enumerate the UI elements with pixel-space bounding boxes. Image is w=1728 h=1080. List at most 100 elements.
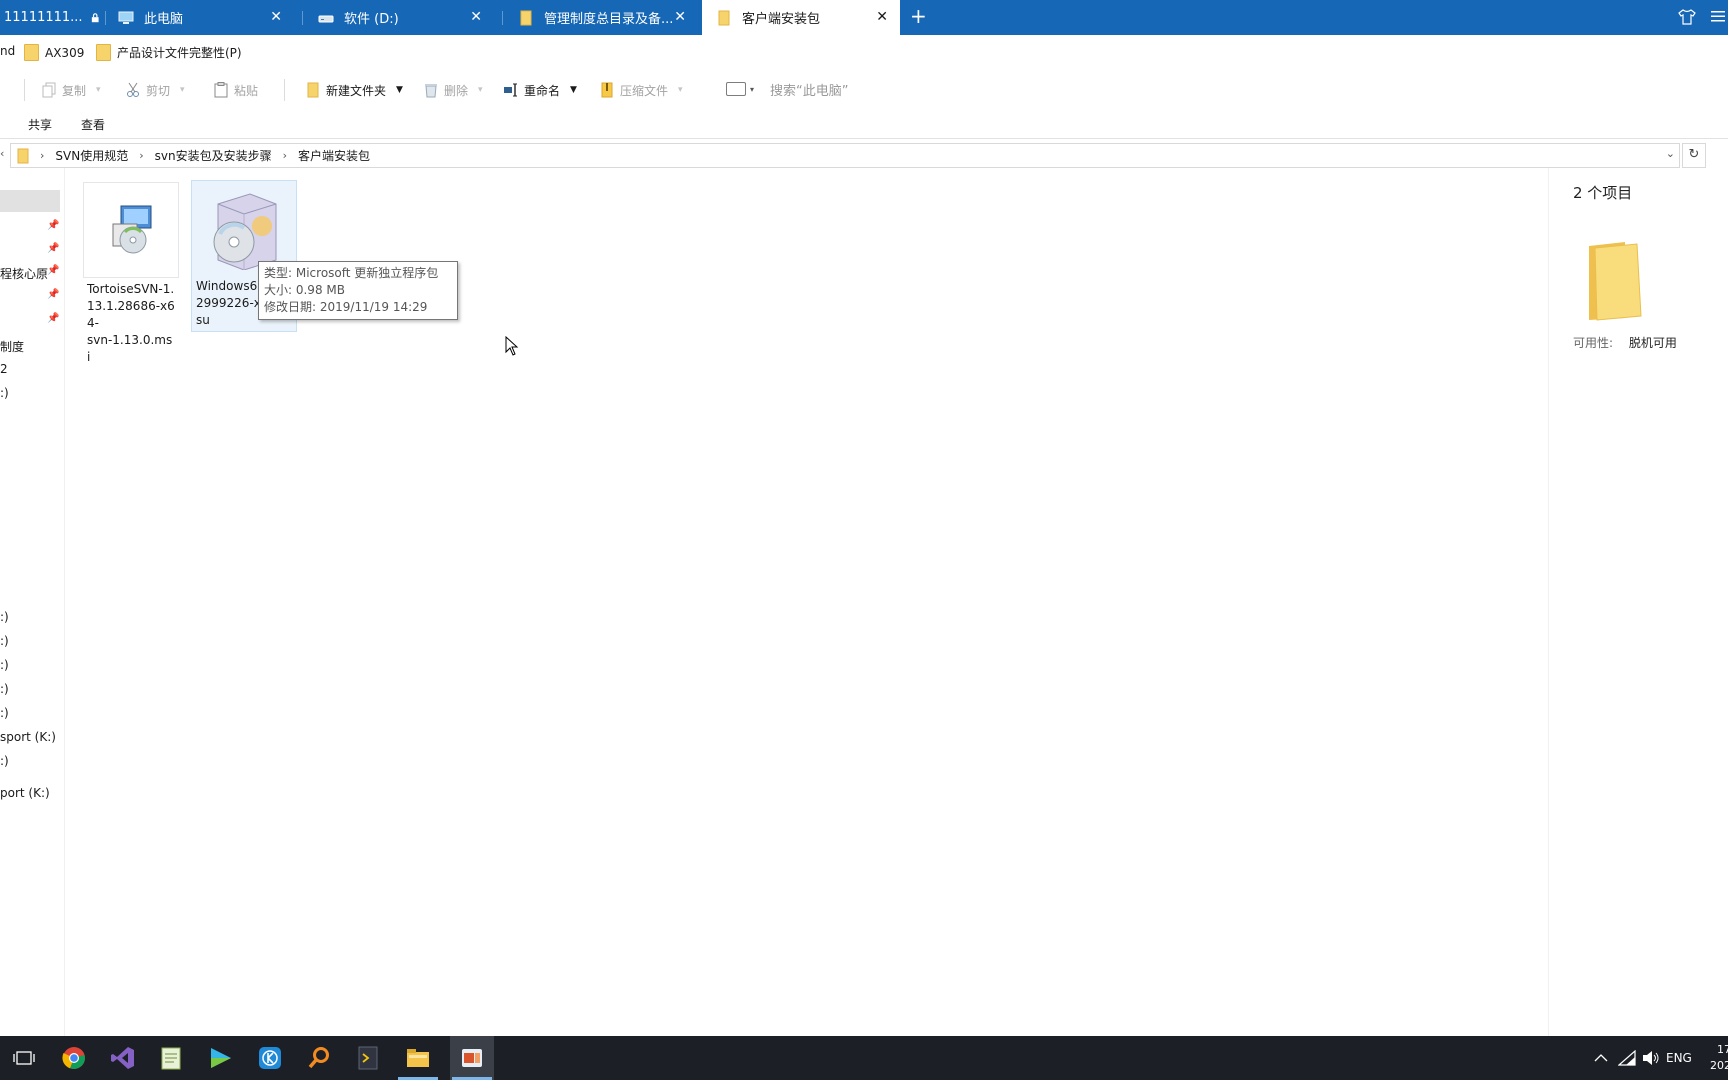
- zip-folder-icon: [601, 82, 613, 98]
- folder-icon: [17, 148, 29, 163]
- pin-icon[interactable]: 📌: [47, 243, 59, 254]
- media-player-icon[interactable]: [205, 1042, 237, 1074]
- chevron-down-icon[interactable]: ▼: [570, 85, 577, 95]
- address-bar[interactable]: › SVN使用规范 › svn安装包及安装步骤 › 客户端安装包 ⌄: [10, 143, 1680, 168]
- close-icon[interactable]: ✕: [674, 10, 686, 24]
- paste-button[interactable]: 粘贴: [214, 80, 258, 100]
- search-input[interactable]: 搜索“此电脑”: [770, 80, 848, 99]
- breadcrumb-item[interactable]: svn安装包及安装步骤: [155, 147, 272, 164]
- clock[interactable]: 17 202: [1710, 1042, 1728, 1074]
- new-tab-button[interactable]: +: [910, 6, 927, 26]
- chevron-down-icon[interactable]: ⌄: [1666, 147, 1675, 160]
- item-count: 2 个项目: [1573, 184, 1633, 202]
- tooltip-modified: 修改日期: 2019/11/19 14:29: [264, 300, 428, 314]
- tab-label: 管理制度总目录及备...: [544, 12, 674, 27]
- menu-share[interactable]: 共享: [28, 116, 52, 133]
- compress-label: 压缩文件: [620, 83, 669, 98]
- file-tooltip: 类型: Microsoft 更新独立程序包 大小: 0.98 MB 修改日期: …: [258, 261, 458, 320]
- clock-date: 202: [1710, 1059, 1728, 1072]
- pin-icon[interactable]: 📌: [47, 265, 59, 276]
- tab-2[interactable]: 此电脑 ✕: [118, 0, 294, 35]
- delete-button[interactable]: 删除 ▾: [424, 80, 483, 100]
- tab-4[interactable]: 管理制度总目录及备... ✕: [518, 0, 698, 35]
- nav-item[interactable]: :): [0, 754, 9, 768]
- new-folder-button[interactable]: 新建文件夹 ▼: [306, 80, 403, 100]
- nav-item[interactable]: :): [0, 386, 9, 400]
- chevron-left-icon[interactable]: ‹: [0, 147, 4, 160]
- divider: [24, 79, 25, 101]
- pin-icon[interactable]: 📌: [47, 289, 59, 300]
- bookmark-item[interactable]: AX309: [24, 44, 84, 61]
- search-app-icon[interactable]: [303, 1042, 335, 1074]
- bookmark-item[interactable]: 产品设计文件完整性(P): [96, 44, 242, 61]
- search-scope-icon[interactable]: [726, 82, 746, 96]
- chevron-down-icon[interactable]: ▼: [396, 85, 403, 95]
- tooltip-type: 类型: Microsoft 更新独立程序包: [264, 266, 439, 280]
- ribbon-menu: 共享 查看: [0, 110, 1728, 139]
- nav-item[interactable]: sport (K:): [0, 730, 56, 744]
- file-name-line: 13.1.28686-x64-: [87, 299, 175, 330]
- search-box[interactable]: ▾ 搜索“此电脑”: [716, 74, 1728, 104]
- navigation-pane: 📌 📌 程核心原 📌 📌 📌 制度 2 :) :) :) :) :) :) sp…: [0, 168, 65, 1036]
- folder-icon: [520, 10, 532, 25]
- k-app-icon[interactable]: [254, 1042, 286, 1074]
- nav-item[interactable]: port (K:): [0, 786, 50, 800]
- close-icon[interactable]: ✕: [270, 10, 282, 24]
- tab-label: 11111111...: [4, 10, 83, 25]
- nav-selected-item[interactable]: [0, 190, 60, 212]
- chevron-right-icon[interactable]: ›: [283, 149, 287, 162]
- refresh-icon[interactable]: ↻: [1682, 143, 1706, 168]
- nav-item[interactable]: 2: [0, 362, 8, 376]
- chevron-right-icon[interactable]: ›: [139, 149, 143, 162]
- tab-label: 此电脑: [144, 12, 184, 27]
- file-explorer-icon[interactable]: [402, 1042, 434, 1074]
- visual-studio-icon[interactable]: [107, 1042, 139, 1074]
- input-language[interactable]: ENG: [1666, 1051, 1692, 1065]
- nav-item[interactable]: :): [0, 682, 9, 696]
- breadcrumb-item[interactable]: 客户端安装包: [298, 147, 370, 164]
- chevron-down-icon: ▾: [96, 85, 101, 95]
- close-icon[interactable]: ✕: [876, 10, 888, 24]
- bookmark-item[interactable]: nd: [0, 44, 15, 58]
- terminal-app-icon[interactable]: [352, 1042, 384, 1074]
- chevron-right-icon[interactable]: ›: [40, 149, 44, 162]
- availability-value: 脱机可用: [1628, 336, 1677, 350]
- breadcrumb-item[interactable]: SVN使用规范: [55, 147, 128, 164]
- copy-button[interactable]: 复制 ▾: [42, 80, 101, 100]
- volume-icon[interactable]: [1642, 1050, 1660, 1066]
- file-item[interactable]: TortoiseSVN-1. 13.1.28686-x64- svn-1.13.…: [83, 182, 179, 364]
- cut-button[interactable]: 剪切 ▾: [126, 80, 185, 100]
- network-icon[interactable]: [1618, 1050, 1636, 1066]
- menu-view[interactable]: 查看: [81, 116, 105, 133]
- nav-item[interactable]: :): [0, 658, 9, 672]
- mouse-cursor-icon: [505, 336, 519, 356]
- close-icon[interactable]: ✕: [470, 10, 482, 24]
- details-pane: 2 个项目 可用性: 脱机可用: [1548, 168, 1728, 1036]
- clipboard-icon: [214, 82, 228, 98]
- chevron-down-icon: ▾: [478, 85, 483, 95]
- chevron-up-icon[interactable]: [1594, 1053, 1608, 1063]
- rename-button[interactable]: 重命名 ▼: [504, 80, 577, 100]
- tab-5[interactable]: 客户端安装包 ✕: [702, 0, 900, 35]
- task-view-icon[interactable]: [8, 1042, 40, 1074]
- bookmarks-bar: nd AX309 产品设计文件完整性(P): [0, 35, 1728, 71]
- shirt-icon[interactable]: [1678, 9, 1696, 25]
- notepad-icon[interactable]: [155, 1042, 187, 1074]
- nav-item[interactable]: :): [0, 634, 9, 648]
- nav-item[interactable]: 程核心原: [0, 265, 48, 282]
- nav-item[interactable]: :): [0, 706, 9, 720]
- pin-icon[interactable]: 📌: [47, 220, 59, 231]
- menu-icon[interactable]: [1711, 10, 1725, 22]
- tab-1[interactable]: 11111111...: [0, 0, 99, 35]
- nav-item[interactable]: :): [0, 610, 9, 624]
- clock-time: 17: [1717, 1043, 1728, 1056]
- compress-button[interactable]: 压缩文件 ▾: [600, 80, 683, 100]
- copy-icon: [42, 82, 56, 98]
- office-app-icon[interactable]: [450, 1036, 494, 1080]
- rename-label: 重命名: [524, 83, 561, 98]
- tab-3[interactable]: 软件 (D:) ✕: [318, 0, 494, 35]
- nav-item[interactable]: 制度: [0, 338, 24, 355]
- pin-icon[interactable]: 📌: [47, 313, 59, 324]
- chevron-down-icon[interactable]: ▾: [750, 85, 754, 94]
- chrome-icon[interactable]: [58, 1042, 90, 1074]
